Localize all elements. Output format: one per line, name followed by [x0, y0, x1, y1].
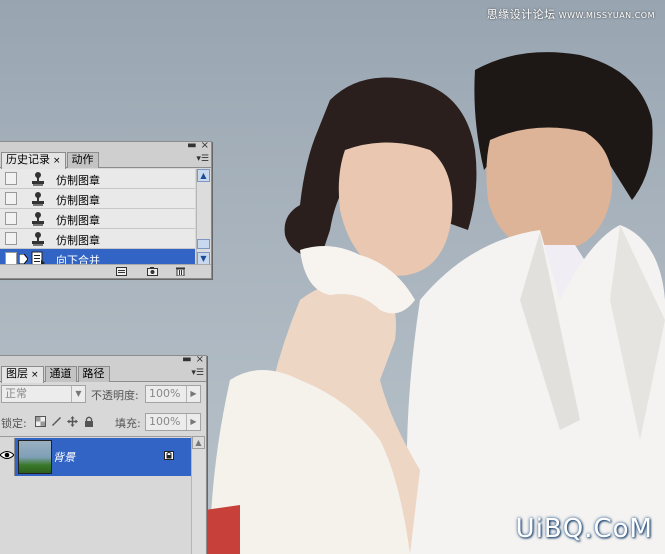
- tab-layers-label: 图层: [6, 367, 28, 380]
- tab-actions[interactable]: 动作: [66, 152, 99, 168]
- fill-value: 100%: [149, 415, 181, 428]
- layer-row[interactable]: 背景: [0, 438, 191, 476]
- trash-icon[interactable]: [175, 267, 186, 276]
- panel-menu-icon[interactable]: ▾☰: [191, 368, 204, 378]
- history-item-selected[interactable]: 向下合并: [0, 249, 195, 265]
- tab-history-label: 历史记录: [6, 153, 50, 166]
- new-document-icon[interactable]: [116, 267, 127, 276]
- minimize-icon[interactable]: ▬: [182, 354, 191, 365]
- layer-visibility-toggle[interactable]: [0, 438, 15, 476]
- stamp-icon: [32, 232, 44, 246]
- lock-brush-icon[interactable]: [51, 416, 62, 427]
- fill-field[interactable]: 100% ▶: [145, 413, 201, 431]
- stamp-icon: [32, 192, 44, 206]
- opacity-value: 100%: [149, 387, 181, 400]
- close-icon[interactable]: ×: [201, 140, 209, 151]
- history-item-label: 仿制图章: [56, 194, 100, 207]
- chevron-down-icon: ▼: [71, 386, 85, 402]
- history-item[interactable]: 仿制图章: [0, 229, 195, 249]
- snapshot-source-checkbox[interactable]: [5, 192, 17, 205]
- tab-close-icon[interactable]: ×: [31, 370, 39, 380]
- snapshot-source-checkbox[interactable]: [5, 212, 17, 225]
- minimize-icon[interactable]: ▬: [187, 140, 196, 151]
- history-scrollbar[interactable]: ▲ ▼: [196, 169, 210, 265]
- history-item[interactable]: 仿制图章: [0, 189, 195, 209]
- panel-titlebar[interactable]: ▬ ×: [0, 354, 206, 366]
- lock-move-icon[interactable]: [67, 416, 78, 427]
- stamp-icon: [32, 212, 44, 226]
- history-tab-bar: 历史记录 × 动作 ▾☰: [0, 152, 211, 169]
- tab-history[interactable]: 历史记录 ×: [1, 152, 66, 169]
- history-item[interactable]: 仿制图章: [0, 169, 195, 189]
- chevron-right-icon: ▶: [186, 414, 200, 430]
- lock-all-icon[interactable]: [84, 416, 94, 427]
- history-item-label: 仿制图章: [56, 234, 100, 247]
- history-item[interactable]: 仿制图章: [0, 209, 195, 229]
- blend-mode-value: 正常: [5, 387, 27, 400]
- layer-name[interactable]: 背景: [53, 449, 75, 465]
- history-list: 仿制图章 仿制图章 仿制图章 仿制图章 向下合并: [0, 169, 195, 265]
- lock-transparency-icon[interactable]: [35, 416, 46, 427]
- tab-paths[interactable]: 路径: [77, 366, 110, 382]
- snapshot-source-checkbox[interactable]: [5, 232, 17, 245]
- tab-actions-label: 动作: [71, 153, 94, 166]
- opacity-label: 不透明度:: [91, 389, 139, 402]
- chevron-right-icon: ▶: [186, 386, 200, 402]
- layer-thumbnail: [18, 440, 52, 474]
- history-panel: ▬ × 历史记录 × 动作 ▾☰ 仿制图章 仿制图章 仿制图章 仿制图章 向下合…: [0, 141, 212, 279]
- layers-panel: ▬ × 图层 × 通道 路径 ▾☰ 正常 ▼ 不透明度: 100% ▶ 锁定: 填充: …: [0, 355, 207, 554]
- history-item-label: 仿制图章: [56, 214, 100, 227]
- stamp-icon: [32, 172, 44, 186]
- history-state-slider-icon[interactable]: [19, 254, 28, 264]
- tab-layers[interactable]: 图层 ×: [1, 366, 44, 383]
- history-item-label: 仿制图章: [56, 174, 100, 187]
- scroll-up-arrow[interactable]: ▲: [197, 169, 210, 182]
- close-icon[interactable]: ×: [196, 354, 204, 365]
- history-footer: [0, 264, 211, 278]
- opacity-field[interactable]: 100% ▶: [145, 385, 201, 403]
- scroll-thumb[interactable]: [197, 239, 210, 249]
- blend-mode-select[interactable]: 正常 ▼: [1, 385, 86, 403]
- blend-row: 正常 ▼ 不透明度: 100% ▶: [0, 384, 201, 406]
- tab-channels-label: 通道: [49, 367, 72, 380]
- tab-channels[interactable]: 通道: [44, 366, 77, 382]
- lock-icon: [164, 451, 174, 460]
- panel-menu-icon[interactable]: ▾☰: [196, 154, 209, 164]
- eye-icon: [0, 451, 14, 459]
- divider: [0, 436, 191, 437]
- lock-label: 锁定:: [1, 417, 27, 430]
- merge-icon: [31, 251, 45, 265]
- fill-label: 填充:: [115, 417, 141, 430]
- tab-paths-label: 路径: [82, 367, 105, 380]
- site-logo: UiBQ.CoM: [515, 514, 653, 544]
- watermark-text: 思缘设计论坛: [486, 8, 556, 21]
- layers-tab-bar: 图层 × 通道 路径 ▾☰: [0, 366, 206, 383]
- watermark-site: WWW.MISSYUAN.COM: [558, 11, 655, 20]
- new-snapshot-icon[interactable]: [147, 267, 158, 276]
- layers-scrollbar[interactable]: ▲: [191, 436, 205, 554]
- panel-titlebar[interactable]: ▬ ×: [0, 140, 211, 152]
- lock-row: 锁定: 填充: 100% ▶: [0, 412, 201, 434]
- top-watermark: 思缘设计论坛 WWW.MISSYUAN.COM: [487, 6, 655, 22]
- scroll-up-arrow[interactable]: ▲: [192, 436, 205, 449]
- tab-close-icon[interactable]: ×: [53, 156, 61, 166]
- snapshot-source-checkbox[interactable]: [5, 172, 17, 185]
